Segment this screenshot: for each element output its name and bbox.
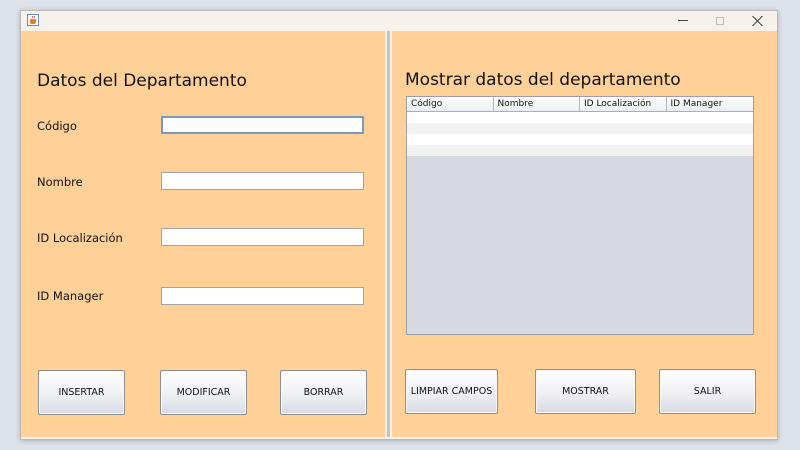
departments-table[interactable]: Código Nombre ID Localización ID Manager xyxy=(406,96,754,335)
column-header-id-localizacion[interactable]: ID Localización xyxy=(580,97,667,111)
id-localizacion-label: ID Localización xyxy=(37,231,123,245)
department-form-panel: Datos del Departamento Código Nombre ID … xyxy=(21,31,385,437)
nombre-field[interactable] xyxy=(161,172,364,190)
insert-button[interactable]: INSERTAR xyxy=(38,370,125,415)
table-row[interactable] xyxy=(407,112,753,123)
delete-button[interactable]: BORRAR xyxy=(280,370,367,415)
id-manager-label: ID Manager xyxy=(37,289,104,303)
title-bar[interactable] xyxy=(21,11,777,30)
maximize-button[interactable] xyxy=(701,11,739,30)
form-title: Datos del Departamento xyxy=(37,71,247,91)
minimize-icon xyxy=(678,20,688,21)
table-row[interactable] xyxy=(407,145,753,156)
table-row[interactable] xyxy=(407,123,753,134)
nombre-label: Nombre xyxy=(37,175,83,189)
maximize-icon xyxy=(716,16,724,25)
close-button[interactable] xyxy=(739,11,777,30)
clear-fields-button[interactable]: LIMPIAR CAMPOS xyxy=(405,369,498,414)
java-icon xyxy=(27,14,39,26)
split-divider[interactable] xyxy=(385,31,392,437)
id-localizacion-field[interactable] xyxy=(161,228,364,246)
column-header-id-manager[interactable]: ID Manager xyxy=(667,97,754,111)
app-window: Datos del Departamento Código Nombre ID … xyxy=(20,10,778,440)
minimize-button[interactable] xyxy=(664,11,702,30)
id-manager-field[interactable] xyxy=(161,287,364,305)
close-icon xyxy=(752,15,764,27)
codigo-field[interactable] xyxy=(161,116,364,134)
codigo-label: Código xyxy=(37,119,77,133)
modify-button[interactable]: MODIFICAR xyxy=(160,370,247,415)
exit-button[interactable]: SALIR xyxy=(659,369,756,414)
column-header-nombre[interactable]: Nombre xyxy=(494,97,580,111)
table-title: Mostrar datos del departamento xyxy=(405,70,681,90)
table-body xyxy=(407,112,753,156)
table-header: Código Nombre ID Localización ID Manager xyxy=(407,97,753,112)
show-button[interactable]: MOSTRAR xyxy=(535,369,636,414)
department-table-panel: Mostrar datos del departamento Código No… xyxy=(392,31,777,437)
column-header-codigo[interactable]: Código xyxy=(407,97,494,111)
table-row[interactable] xyxy=(407,134,753,145)
